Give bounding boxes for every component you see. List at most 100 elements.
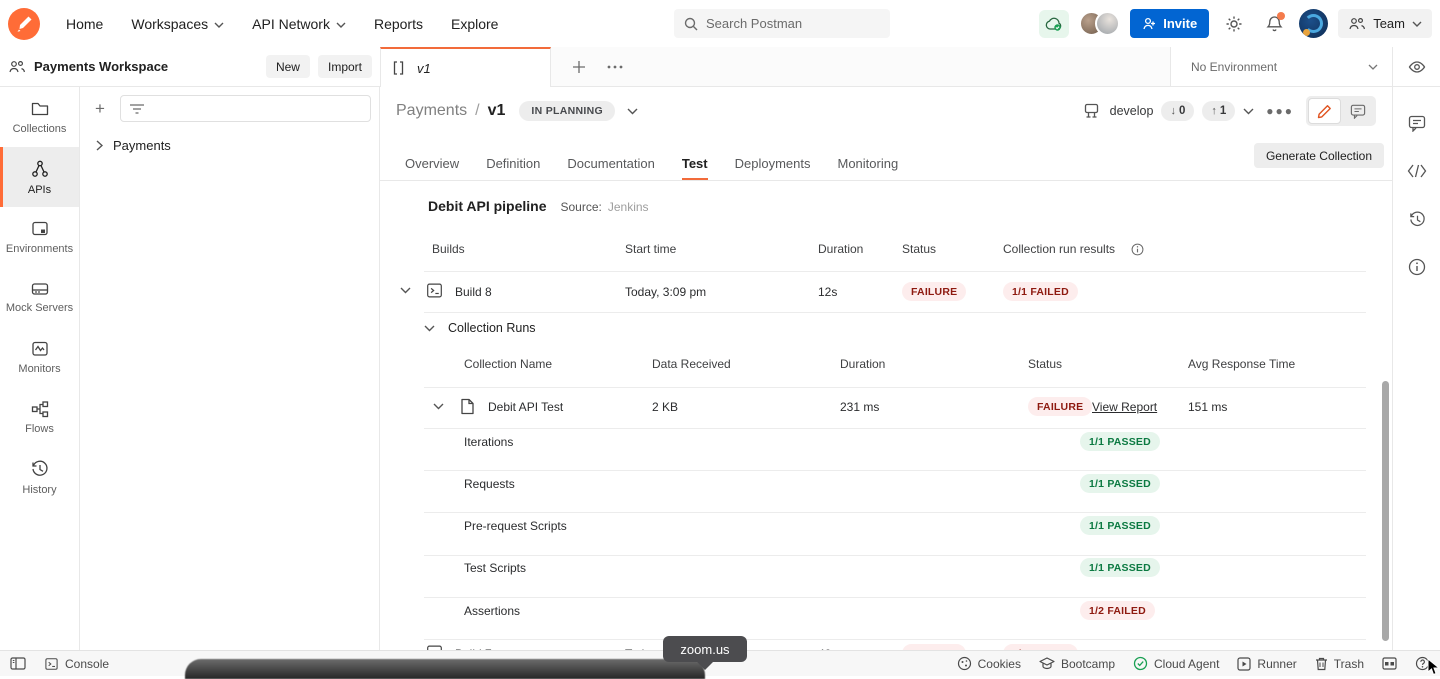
detail-badge: 1/2 FAILED [1080, 601, 1155, 620]
build-name: Build 8 [455, 285, 492, 299]
status-badge[interactable]: IN PLANNING [519, 101, 615, 121]
run-data: 2 KB [652, 400, 678, 414]
workspace-people-icon [8, 60, 26, 74]
split-panes-button[interactable] [1382, 657, 1397, 670]
info-panel-button[interactable] [1393, 243, 1440, 291]
comment-mode-button[interactable] [1341, 98, 1374, 124]
runner-button[interactable]: Runner [1237, 657, 1296, 671]
new-button[interactable]: New [266, 55, 310, 78]
chevron-down-icon[interactable] [433, 403, 444, 410]
tab-options-button[interactable] [601, 47, 629, 86]
tab-definition[interactable]: Definition [486, 146, 540, 180]
profile-avatar[interactable] [1299, 9, 1328, 38]
sidebar-item-label: Collections [13, 123, 67, 135]
filter-input[interactable] [120, 95, 371, 122]
branch-name[interactable]: develop [1110, 104, 1154, 118]
more-options-button[interactable]: ●●● [1266, 104, 1294, 118]
environments-icon [30, 220, 50, 238]
divider [424, 387, 1366, 388]
environment-selector[interactable]: No Environment [1170, 47, 1392, 86]
edit-mode-button[interactable] [1308, 98, 1341, 124]
eye-icon [1408, 60, 1426, 74]
scrollbar-track[interactable] [1381, 183, 1391, 650]
sidebar-panel: + Payments [80, 87, 380, 650]
divider [424, 597, 1366, 598]
sidebar-item-flows[interactable]: Flows [0, 387, 79, 447]
changelog-panel-button[interactable] [1393, 195, 1440, 243]
comments-panel-button[interactable] [1393, 99, 1440, 147]
col-data-received: Data Received [652, 357, 731, 371]
sync-status-icon[interactable] [1039, 10, 1069, 38]
chevron-down-icon [1412, 21, 1422, 27]
workspace-title[interactable]: Payments Workspace [34, 59, 258, 74]
nav-home[interactable]: Home [52, 0, 117, 47]
chevron-down-icon[interactable] [1243, 108, 1254, 115]
tab-test[interactable]: Test [682, 146, 708, 180]
chevron-down-icon[interactable] [627, 108, 638, 115]
runner-label: Runner [1257, 657, 1296, 671]
import-button[interactable]: Import [318, 55, 372, 78]
console-button[interactable]: Console [44, 657, 109, 671]
scrollbar-thumb[interactable] [1382, 381, 1389, 641]
search-input[interactable]: Search Postman [674, 9, 890, 38]
code-panel-button[interactable] [1393, 147, 1440, 195]
environment-quick-look[interactable] [1392, 47, 1440, 86]
detail-badge: 1/1 PASSED [1080, 558, 1160, 577]
notifications-button[interactable] [1259, 9, 1289, 39]
sidebar-toggle-button[interactable] [10, 657, 26, 670]
tab-deployments[interactable]: Deployments [735, 146, 811, 180]
search-placeholder: Search Postman [706, 16, 802, 31]
cookie-icon [957, 656, 972, 671]
tab-documentation[interactable]: Documentation [567, 146, 654, 180]
sidebar-item-collections[interactable]: Collections [0, 87, 79, 147]
gear-icon [1225, 15, 1243, 33]
postman-logo-icon[interactable] [8, 8, 40, 40]
view-report-link[interactable]: View Report [1092, 400, 1157, 414]
new-tab-button[interactable] [565, 47, 593, 86]
workspace-bar: Payments Workspace New Import [0, 47, 380, 86]
breadcrumb-version[interactable]: v1 [488, 102, 506, 120]
mode-segmented-control [1306, 96, 1376, 126]
col-run-status: Status [1028, 357, 1062, 371]
nav-api-network[interactable]: API Network [238, 0, 360, 47]
generate-collection-button[interactable]: Generate Collection [1254, 143, 1384, 168]
push-changes-pill[interactable]: ↑1 [1202, 101, 1235, 121]
nav-explore[interactable]: Explore [437, 0, 512, 47]
trash-icon [1315, 657, 1328, 671]
nav-reports[interactable]: Reports [360, 0, 437, 47]
detail-badge: 1/1 PASSED [1080, 474, 1160, 493]
invite-button[interactable]: Invite [1130, 9, 1209, 38]
settings-button[interactable] [1219, 9, 1249, 39]
divider [424, 271, 1366, 272]
cookies-button[interactable]: Cookies [957, 656, 1021, 671]
add-api-button[interactable]: + [88, 97, 112, 121]
sidebar-item-apis[interactable]: APIs [0, 147, 79, 207]
chevron-down-icon[interactable] [400, 287, 411, 294]
nav-home-label: Home [66, 16, 103, 32]
pull-changes-pill[interactable]: ↓0 [1161, 101, 1194, 121]
workspace-and-tab-bar: Payments Workspace New Import v1 No Envi… [0, 47, 1440, 87]
run-name: Debit API Test [488, 400, 563, 414]
col-start-time: Start time [625, 242, 676, 256]
run-avg-response: 151 ms [1188, 400, 1227, 414]
team-menu-button[interactable]: Team [1338, 9, 1432, 38]
cloud-agent-button[interactable]: Cloud Agent [1133, 656, 1219, 671]
nav-workspaces[interactable]: Workspaces [117, 0, 238, 47]
sidebar-item-mock-servers[interactable]: Mock Servers [0, 267, 79, 327]
bootcamp-button[interactable]: Bootcamp [1039, 657, 1115, 671]
sidebar-item-monitors[interactable]: Monitors [0, 327, 79, 387]
collaborator-avatars[interactable] [1079, 11, 1120, 36]
tree-item-label: Payments [113, 138, 171, 153]
sidebar-item-history[interactable]: History [0, 447, 79, 507]
sidebar-item-environments[interactable]: Environments [0, 207, 79, 267]
sidebar-item-payments-api[interactable]: Payments [80, 128, 379, 163]
breadcrumb-api[interactable]: Payments [396, 102, 467, 120]
tab-monitoring[interactable]: Monitoring [837, 146, 898, 180]
tab-v1[interactable]: v1 [380, 47, 551, 87]
statusbar-left: Console [10, 657, 109, 671]
info-icon[interactable] [1131, 243, 1144, 256]
tab-overview[interactable]: Overview [405, 146, 459, 180]
trash-button[interactable]: Trash [1315, 657, 1364, 671]
build-status-badge: FAILURE [902, 282, 966, 301]
console-label: Console [65, 657, 109, 671]
